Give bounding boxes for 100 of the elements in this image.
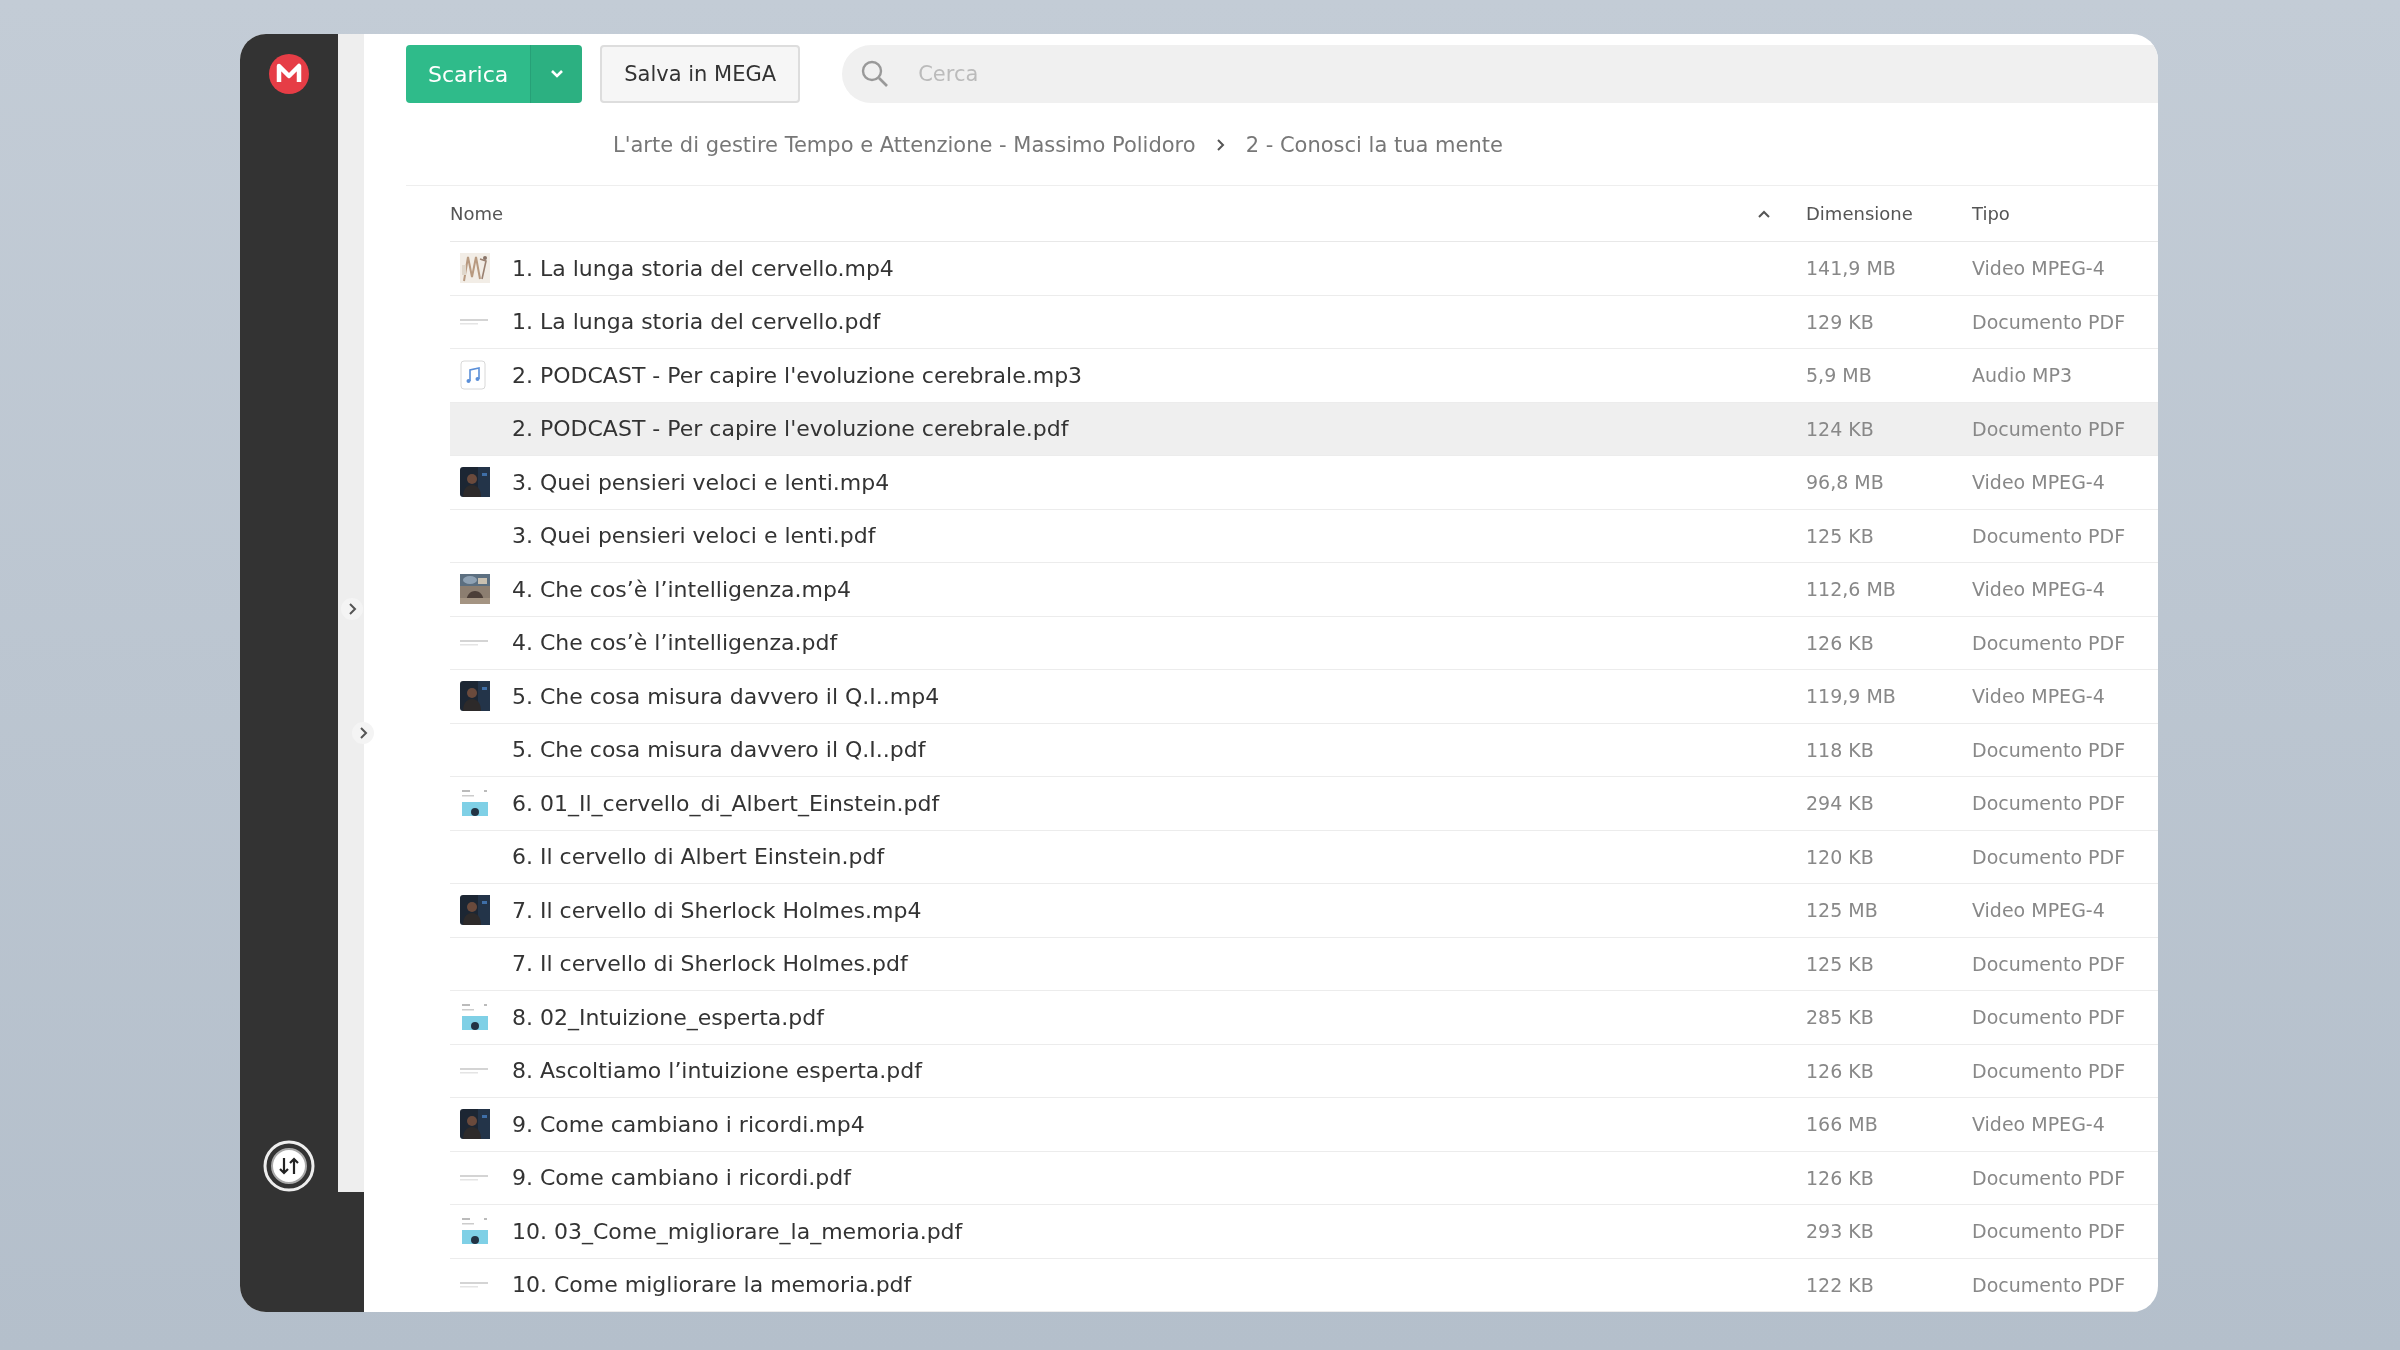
file-name: 2. PODCAST - Per capire l'evoluzione cerebrale.pdf <box>512 416 1070 442</box>
file-size: 166 MB <box>1806 1113 1879 1136</box>
column-header[interactable]: Tipo <box>1972 203 2010 224</box>
file-row[interactable]: 3. Quei pensieri veloci e lenti.pdf 125 KB Documento PDF <box>450 509 2158 563</box>
breadcrumb-link[interactable]: L'arte di gestire Tempo e Attenzione - Massimo Polidoro <box>613 133 1196 157</box>
file-size: 124 KB <box>1806 417 1875 440</box>
file-name: 5. Che cosa misura davvero il Q.I..mp4 <box>512 683 941 709</box>
file-type: Documento PDF <box>1972 524 2127 547</box>
file-type: Documento PDF <box>1972 417 2127 440</box>
file-type: Video MPEG-4 <box>1972 257 2106 280</box>
file-type: Documento PDF <box>1972 631 2127 654</box>
app-logo-icon[interactable] <box>269 54 309 94</box>
dropdown-button[interactable] <box>530 45 583 103</box>
file-row[interactable]: 4. Che cos’è l’intelligenza.mp4 112,6 MB Video MPEG-4 <box>450 563 2158 617</box>
file-size: 125 KB <box>1806 952 1875 975</box>
file-type: Audio MP3 <box>1972 364 2073 387</box>
file-row[interactable]: 6. Il cervello di Albert Einstein.pdf 120 KB Documento PDF <box>450 830 2158 884</box>
file-name: 3. Quei pensieri veloci e lenti.mp4 <box>512 469 891 495</box>
file-size: 293 KB <box>1806 1220 1875 1243</box>
document-thumbnail-icon <box>460 788 490 819</box>
file-type: Documento PDF <box>1972 845 2127 868</box>
file-row[interactable]: 6. 01_Il_cervello_di_Albert_Einstein.pdf 294 KB Documento PDF <box>450 777 2158 831</box>
file-size: 122 KB <box>1806 1273 1875 1296</box>
file-row[interactable]: 3. Quei pensieri veloci e lenti.mp4 96,8 MB Video MPEG-4 <box>450 456 2158 510</box>
file-name: 7. Il cervello di Sherlock Holmes.mp4 <box>512 897 923 923</box>
file-row[interactable]: 1. La lunga storia del cervello.mp4 141,9 MB Video MPEG-4 <box>450 242 2158 296</box>
file-size: 126 KB <box>1806 631 1875 654</box>
file-type: Documento PDF <box>1972 1006 2127 1029</box>
file-name: 6. Il cervello di Albert Einstein.pdf <box>512 844 886 870</box>
file-size: 285 KB <box>1806 1006 1875 1029</box>
file-name: 9. Come cambiano i ricordi.pdf <box>512 1165 853 1191</box>
file-size: 126 KB <box>1806 1166 1875 1189</box>
file-type: Video MPEG-4 <box>1972 685 2106 708</box>
file-row[interactable]: 1. La lunga storia del cervello.pdf 129 KB Documento PDF <box>450 295 2158 349</box>
file-row[interactable]: 9. Come cambiano i ricordi.pdf 126 KB Documento PDF <box>450 1151 2158 1205</box>
file-row[interactable]: 2. PODCAST - Per capire l'evoluzione cerebrale.mp3 5,9 MB Audio MP3 <box>450 349 2158 403</box>
file-type: Documento PDF <box>1972 310 2127 333</box>
file-name: 1. La lunga storia del cervello.pdf <box>512 309 882 335</box>
file-name: 8. 02_Intuizione_esperta.pdf <box>512 1004 826 1030</box>
file-row[interactable]: 7. Il cervello di Sherlock Holmes.mp4 125 MB Video MPEG-4 <box>450 884 2158 938</box>
file-size: 119,9 MB <box>1806 685 1897 708</box>
file-size: 125 MB <box>1806 899 1879 922</box>
file-size: 294 KB <box>1806 792 1875 815</box>
file-row[interactable]: 5. Che cosa misura davvero il Q.I..pdf 118 KB Documento PDF <box>450 723 2158 777</box>
document-thumbnail-icon <box>460 1002 490 1033</box>
file-row[interactable]: 9. Come cambiano i ricordi.mp4 166 MB Video MPEG-4 <box>450 1098 2158 1152</box>
file-size: 129 KB <box>1806 310 1875 333</box>
file-row[interactable]: 5. Che cosa misura davvero il Q.I..mp4 119,9 MB Video MPEG-4 <box>450 670 2158 724</box>
file-row[interactable]: 10. 03_Come_migliorare_la_memoria.pdf 293 KB Documento PDF <box>450 1205 2158 1259</box>
document-thumbnail-icon <box>460 1216 490 1247</box>
file-row[interactable]: 8. Ascoltiamo l’intuizione esperta.pdf 126 KB Documento PDF <box>450 1044 2158 1098</box>
file-type: Documento PDF <box>1972 1059 2127 1082</box>
file-name: 4. Che cos’è l’intelligenza.mp4 <box>512 576 852 602</box>
document-thumbnail-icon <box>460 317 490 326</box>
file-size: 5,9 MB <box>1806 364 1873 387</box>
file-size: 141,9 MB <box>1806 257 1897 280</box>
file-name: 4. Che cos’è l’intelligenza.pdf <box>512 630 839 656</box>
file-size: 112,6 MB <box>1806 578 1897 601</box>
file-row[interactable]: 7. Il cervello di Sherlock Holmes.pdf 125 KB Documento PDF <box>450 937 2158 991</box>
file-name: 9. Come cambiano i ricordi.mp4 <box>512 1111 866 1137</box>
file-name: 2. PODCAST - Per capire l'evoluzione cerebrale.mp3 <box>512 362 1084 388</box>
file-type: Documento PDF <box>1972 792 2127 815</box>
file-type: Documento PDF <box>1972 1220 2127 1243</box>
file-type: Video MPEG-4 <box>1972 1113 2106 1136</box>
chevron-icon[interactable] <box>351 721 375 745</box>
file-size: 96,8 MB <box>1806 471 1885 494</box>
file-size: 120 KB <box>1806 845 1875 868</box>
document-thumbnail-icon <box>460 638 490 647</box>
file-size: 126 KB <box>1806 1059 1875 1082</box>
chevron-icon[interactable] <box>340 597 364 621</box>
file-name: 3. Quei pensieri veloci e lenti.pdf <box>512 523 877 549</box>
file-type: Documento PDF <box>1972 1273 2127 1296</box>
file-type: Video MPEG-4 <box>1972 578 2106 601</box>
breadcrumb-link[interactable]: 2 - Conosci la tua mente <box>1245 133 1503 157</box>
column-header[interactable]: Dimensione <box>1806 203 1913 224</box>
transfers-icon[interactable] <box>263 1140 315 1192</box>
file-type: Video MPEG-4 <box>1972 471 2106 494</box>
file-size: 125 KB <box>1806 524 1875 547</box>
file-name: 1. La lunga storia del cervello.mp4 <box>512 255 895 281</box>
file-name: 10. Come migliorare la memoria.pdf <box>512 1272 913 1298</box>
file-type: Documento PDF <box>1972 952 2127 975</box>
file-name: 5. Che cosa misura davvero il Q.I..pdf <box>512 737 927 763</box>
document-thumbnail-icon <box>460 1280 490 1289</box>
file-row[interactable]: 8. 02_Intuizione_esperta.pdf 285 KB Documento PDF <box>450 991 2158 1045</box>
file-name: 7. Il cervello di Sherlock Holmes.pdf <box>512 951 910 977</box>
document-thumbnail-icon <box>460 1066 490 1075</box>
file-name: 10. 03_Come_migliorare_la_memoria.pdf <box>512 1218 964 1244</box>
file-type: Documento PDF <box>1972 738 2127 761</box>
file-name: 6. 01_Il_cervello_di_Albert_Einstein.pdf <box>512 790 941 816</box>
file-type: Documento PDF <box>1972 1166 2127 1189</box>
file-name: 8. Ascoltiamo l’intuizione esperta.pdf <box>512 1058 924 1084</box>
save-to-cloud-button[interactable]: Salva in MEGA <box>600 45 801 103</box>
file-size: 118 KB <box>1806 738 1875 761</box>
music-note-icon <box>460 360 486 391</box>
file-row[interactable]: 10. Come migliorare la memoria.pdf 122 KB Documento PDF <box>450 1258 2158 1312</box>
file-row[interactable]: 4. Che cos’è l’intelligenza.pdf 126 KB Documento PDF <box>450 616 2158 670</box>
file-row[interactable]: 2. PODCAST - Per capire l'evoluzione cerebrale.pdf 124 KB Documento PDF <box>450 402 2158 456</box>
document-thumbnail-icon <box>460 1173 490 1182</box>
column-header[interactable]: Nome <box>450 203 504 224</box>
file-type: Video MPEG-4 <box>1972 899 2106 922</box>
